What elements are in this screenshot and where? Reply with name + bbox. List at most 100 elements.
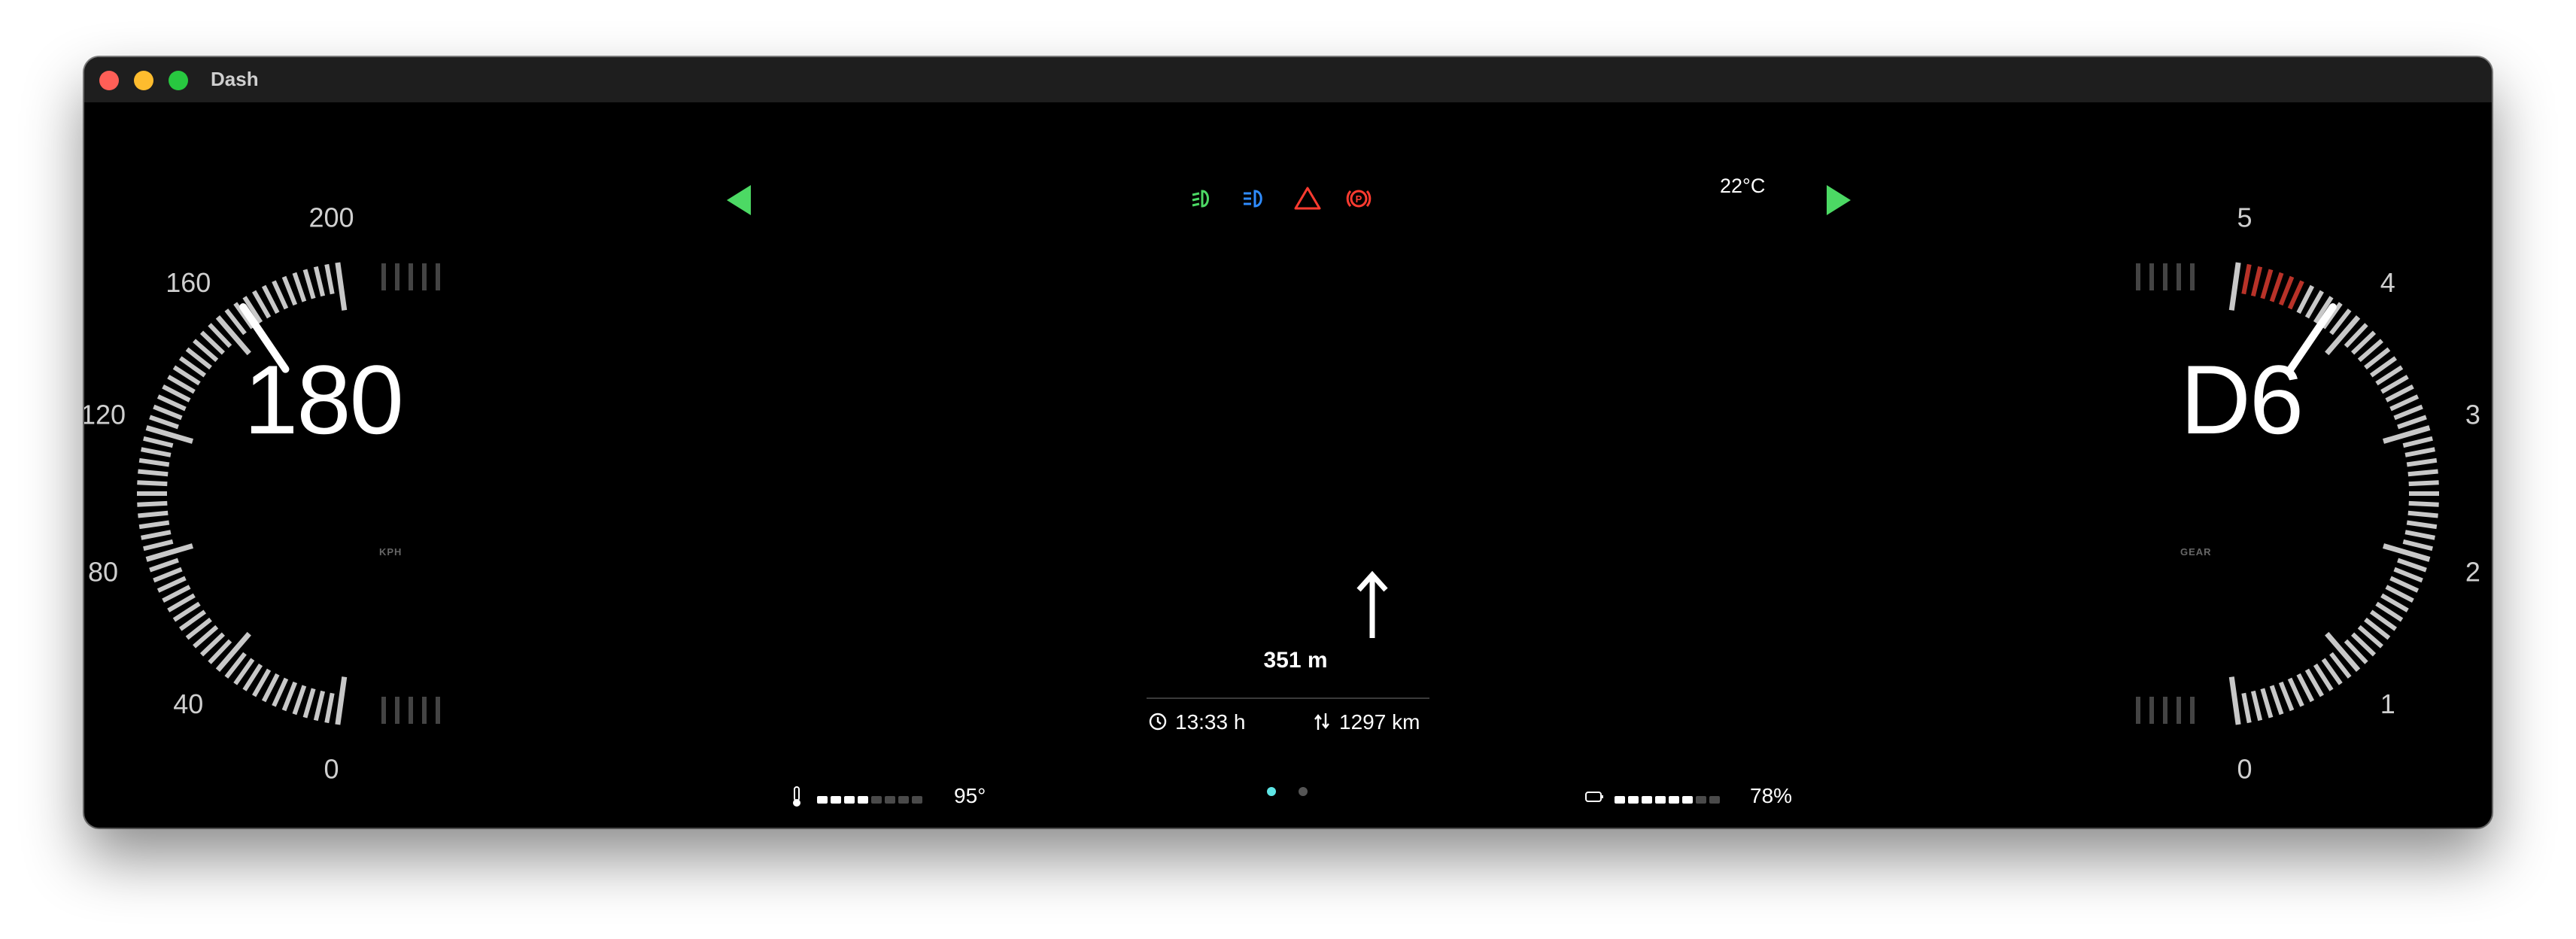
route-icon (1314, 713, 1329, 730)
nav-eta: 13:33 h (1175, 710, 1246, 734)
gauge-tick (281, 275, 298, 306)
gauge-tick (138, 510, 169, 518)
dashboard-window: Dash 0 40 80 120 160 200 180 KPH 0 1 2 3 4 5 D6 GE… (84, 57, 2492, 828)
hazard-icon (1294, 187, 1321, 210)
gauge-tick (149, 415, 179, 430)
level-segment (898, 796, 909, 804)
gauge-tick (2393, 404, 2423, 421)
gauge-tick (143, 436, 174, 448)
gauge-tick (2402, 539, 2433, 552)
gauge-tick (324, 692, 335, 724)
gauge-tick (2228, 676, 2241, 725)
gauge-tick (138, 469, 169, 477)
gauge-tick (313, 690, 326, 722)
gauge-tick (2241, 263, 2252, 295)
level-segment (1655, 796, 1666, 804)
gauge-tick (2397, 558, 2427, 573)
svg-text:P: P (1356, 193, 1362, 205)
gauge-label: 0 (2237, 753, 2252, 784)
gauge-label: 3 (2465, 400, 2480, 430)
gauge-tick (2404, 530, 2435, 540)
level-segment (885, 796, 895, 804)
gauge-tick (2406, 520, 2438, 530)
level-segment (1615, 796, 1625, 804)
page-dot-2[interactable] (1299, 787, 1308, 796)
gauge-label: 40 (173, 688, 203, 719)
level-segment (831, 796, 841, 804)
gauge-tick (2406, 457, 2438, 467)
gauge-label: 80 (88, 556, 118, 587)
nav-remaining: 1297 km (1339, 710, 1420, 734)
gauge-tick (2269, 272, 2284, 302)
gauge-tick (2269, 685, 2284, 716)
gauge-tick (2397, 415, 2427, 430)
gauge-tick (141, 530, 172, 540)
gauge-tick (2408, 500, 2439, 507)
gauge-tick (153, 567, 183, 583)
gauge-tick (335, 262, 348, 311)
clock-icon (1149, 713, 1167, 731)
level-segment (1642, 796, 1652, 804)
gauge-tick (281, 681, 298, 712)
speed-value: 180 (244, 345, 404, 454)
page-dot-1[interactable] (1267, 787, 1276, 796)
minimize-button[interactable] (134, 71, 153, 90)
close-button[interactable] (99, 71, 119, 90)
gauge-tick (2407, 469, 2438, 477)
gauge-tick (141, 447, 172, 457)
level-segment (1682, 796, 1693, 804)
gauge-tick (143, 539, 174, 552)
gear-unit: GEAR (2180, 546, 2212, 558)
gauge-tick (138, 457, 170, 467)
speed-unit: KPH (379, 546, 402, 558)
parking-brake-icon: P (1346, 190, 1372, 208)
gauge-label: 5 (2237, 202, 2252, 233)
gauge-label: 2 (2465, 556, 2480, 587)
gauge-label: 120 (84, 400, 126, 430)
level-segment (1628, 796, 1639, 804)
nav-divider (1147, 697, 1429, 699)
gauge-tick (2241, 692, 2252, 724)
gauge-tick (2393, 567, 2423, 583)
level-segment (844, 796, 855, 804)
level-segment (1709, 796, 1720, 804)
speedometer-gauge: 0 40 80 120 160 200 (84, 202, 440, 784)
high-beam-icon (1244, 190, 1262, 208)
gauge-tick (2260, 688, 2274, 719)
gauge-tick (153, 404, 183, 421)
straight-arrow-icon (1356, 570, 1388, 638)
gauge-label: 1 (2380, 688, 2395, 719)
gauge-tick (2402, 436, 2433, 448)
gauge-tick (324, 263, 335, 295)
battery-value: 78% (1750, 784, 1793, 807)
outside-temperature: 22°C (1720, 175, 1766, 197)
gauge-tick (137, 480, 168, 487)
thermometer-icon (793, 786, 800, 807)
fog-light-icon (1192, 190, 1209, 208)
right-turn-signal-icon (1827, 185, 1851, 215)
gauge-tick (302, 269, 316, 299)
gauge-tick (2228, 262, 2241, 311)
coolant-value: 95° (954, 784, 986, 807)
gauge-tick (2407, 510, 2438, 518)
window-title: Dash (211, 68, 259, 90)
gauge-label: 160 (166, 267, 211, 298)
gauge-tick (2404, 447, 2435, 457)
gauge-tick (149, 558, 179, 573)
gauge-tick (335, 676, 348, 725)
gauge-tick (2260, 269, 2274, 299)
gauge-tick (138, 520, 170, 530)
gauge-tick (2278, 275, 2295, 306)
title-bar: Dash (84, 57, 2492, 102)
battery-icon (1585, 792, 1603, 802)
gauge-tick (313, 266, 326, 297)
gauge-tick (2250, 266, 2263, 297)
level-segment (817, 796, 828, 804)
gauge-tick (2278, 681, 2295, 712)
gauge-tick (302, 688, 316, 719)
battery-level-bar (1615, 796, 1720, 804)
gauge-tick (137, 500, 168, 507)
gauge-tick (292, 685, 307, 716)
zoom-button[interactable] (169, 71, 188, 90)
gear-value: D6 (2180, 345, 2304, 454)
